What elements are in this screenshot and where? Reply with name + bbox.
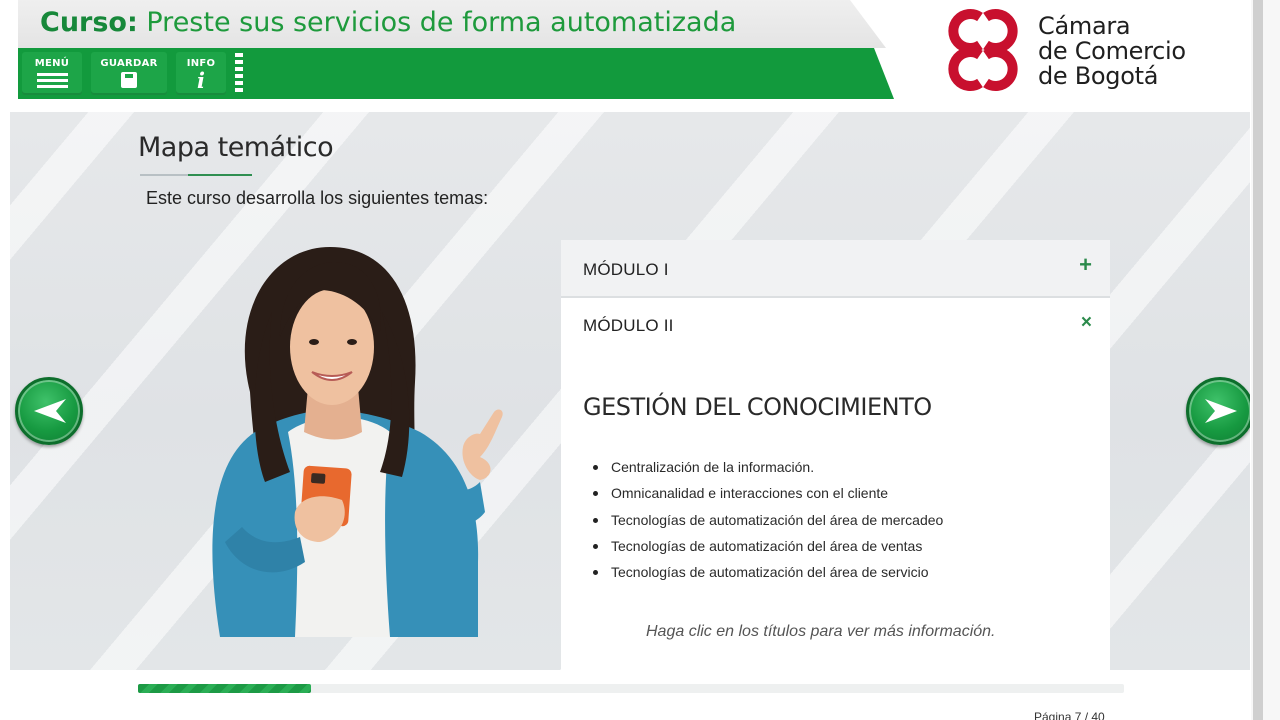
- instruction-hint: Haga clic en los títulos para ver más in…: [646, 623, 996, 640]
- menu-button-label: MENÚ: [34, 58, 70, 69]
- plus-icon[interactable]: +: [1079, 252, 1092, 278]
- toolbar-divider: [235, 53, 243, 95]
- list-item: Tecnologías de automatización del área d…: [592, 512, 943, 538]
- camara-comercio-logo: Cámara de Comercio de Bogotá: [940, 7, 1220, 93]
- arrow-left-icon: [34, 399, 66, 423]
- save-button-label: GUARDAR: [100, 58, 158, 69]
- vertical-scrollbar[interactable]: [1251, 0, 1280, 720]
- module-accordion: MÓDULO I + MÓDULO II × GESTIÓN DEL CONOC…: [561, 240, 1110, 670]
- progress-bar: [138, 684, 1124, 693]
- woman-with-phone-illustration: [212, 247, 503, 637]
- next-page-button[interactable]: [1186, 377, 1250, 445]
- accordion-title-modulo-2: MÓDULO II: [583, 316, 674, 335]
- page-counter: Página 7 / 40: [1034, 710, 1105, 720]
- course-name: Preste sus servicios de forma automatiza…: [146, 7, 737, 38]
- accordion-title-modulo-1: MÓDULO I: [583, 260, 669, 279]
- previous-page-button[interactable]: [15, 377, 83, 445]
- logo-text: Cámara de Comercio de Bogotá: [1038, 14, 1186, 89]
- list-item: Tecnologías de automatización del área d…: [592, 564, 943, 590]
- course-header: Curso: Preste sus servicios de forma aut…: [0, 0, 1280, 112]
- course-title: Curso: Preste sus servicios de forma aut…: [40, 7, 736, 38]
- topic-list: Centralización de la información. Omnica…: [592, 459, 943, 590]
- scrollbar-thumb[interactable]: [1253, 0, 1263, 720]
- list-item: Centralización de la información.: [592, 459, 943, 485]
- logo-line-1: Cámara: [1038, 12, 1131, 40]
- logo-line-3: de Bogotá: [1038, 62, 1159, 90]
- intro-text: Este curso desarrolla los siguientes tem…: [146, 188, 489, 208]
- accordion-header-modulo-2[interactable]: MÓDULO II ×: [561, 298, 1110, 358]
- module-heading: GESTIÓN DEL CONOCIMIENTO: [583, 393, 932, 421]
- progress-fill: [138, 684, 311, 693]
- list-item: Omnicanalidad e interacciones con el cli…: [592, 485, 943, 511]
- save-button[interactable]: GUARDAR: [91, 52, 167, 95]
- content-panel: Mapa temático Este curso desarrolla los …: [10, 112, 1250, 670]
- arrow-right-icon: [1205, 399, 1237, 423]
- info-button[interactable]: INFO i: [176, 52, 226, 95]
- logo-line-2: de Comercio: [1038, 37, 1186, 65]
- menu-button[interactable]: MENÚ: [22, 52, 82, 95]
- course-footer: Página 7 / 40: [10, 670, 1250, 720]
- logo-mark-icon: [948, 9, 1018, 91]
- course-prefix: Curso:: [40, 7, 138, 38]
- close-icon[interactable]: ×: [1081, 312, 1092, 334]
- title-underline: [140, 174, 252, 176]
- list-item: Tecnologías de automatización del área d…: [592, 538, 943, 564]
- floppy-disk-icon: [121, 72, 137, 88]
- page-title: Mapa temático: [138, 132, 334, 163]
- hamburger-icon: [37, 73, 68, 88]
- info-icon: i: [197, 68, 205, 93]
- accordion-header-modulo-1[interactable]: MÓDULO I +: [561, 240, 1110, 298]
